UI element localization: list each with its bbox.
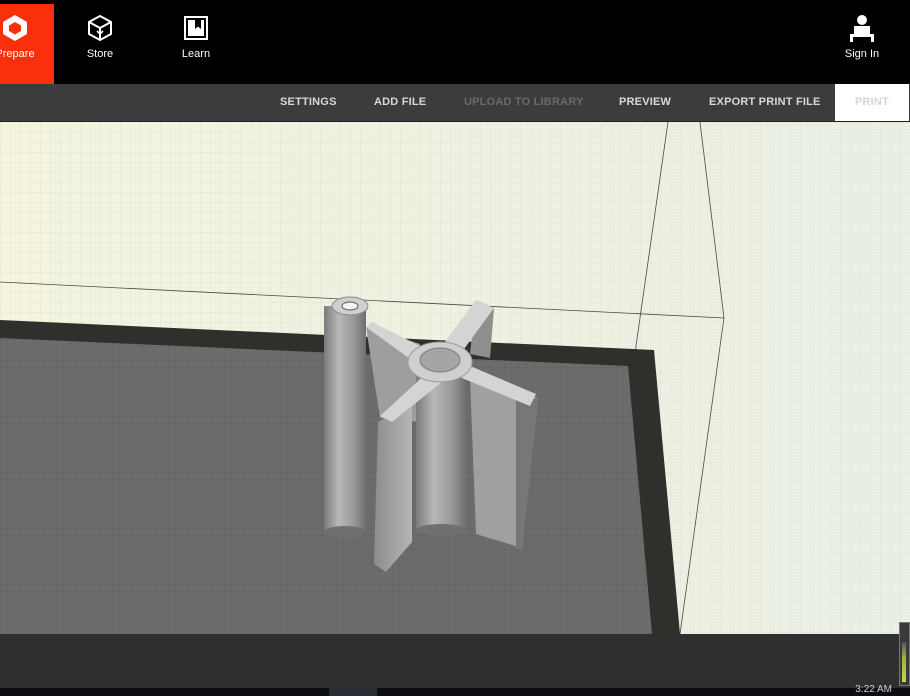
print-button[interactable]: PRINT <box>835 84 909 121</box>
3d-viewport[interactable] <box>0 122 910 634</box>
nav-prepare-label: Prepare <box>0 48 35 60</box>
system-taskbar: 3:22 AM <box>0 684 910 696</box>
viewport-canvas <box>0 122 910 634</box>
model-tall-cylinder[interactable] <box>324 296 369 538</box>
cube-logo-icon <box>0 12 31 44</box>
nav-learn-label: Learn <box>181 48 211 60</box>
settings-button[interactable]: SETTINGS <box>280 84 337 121</box>
taskbar-clock: 3:22 AM <box>855 684 892 695</box>
bottom-panel <box>0 634 910 688</box>
top-navigation: Prepare Store Learn <box>0 4 910 84</box>
app-window: Prepare Store Learn <box>0 0 910 696</box>
nav-prepare[interactable]: Prepare <box>0 4 54 84</box>
taskbar-active-app[interactable] <box>329 688 377 696</box>
export-print-file-button[interactable]: EXPORT PRINT FILE <box>709 84 821 121</box>
book-icon <box>180 12 212 44</box>
store-box-icon <box>84 12 116 44</box>
upload-to-library-button[interactable]: UPLOAD TO LIBRARY <box>464 84 584 121</box>
action-toolbar: SETTINGS ADD FILE UPLOAD TO LIBRARY PREV… <box>0 84 910 122</box>
nav-sign-in[interactable]: Sign In <box>840 4 884 84</box>
nav-store[interactable]: Store <box>80 4 120 84</box>
nav-sign-in-label: Sign In <box>844 48 880 60</box>
nav-store-label: Store <box>86 48 114 60</box>
preview-button[interactable]: PREVIEW <box>619 84 671 121</box>
add-file-button[interactable]: ADD FILE <box>374 84 426 121</box>
user-icon <box>846 12 878 44</box>
level-meter <box>902 642 906 682</box>
nav-learn[interactable]: Learn <box>176 4 216 84</box>
volume-slider-handle[interactable] <box>899 622 910 686</box>
